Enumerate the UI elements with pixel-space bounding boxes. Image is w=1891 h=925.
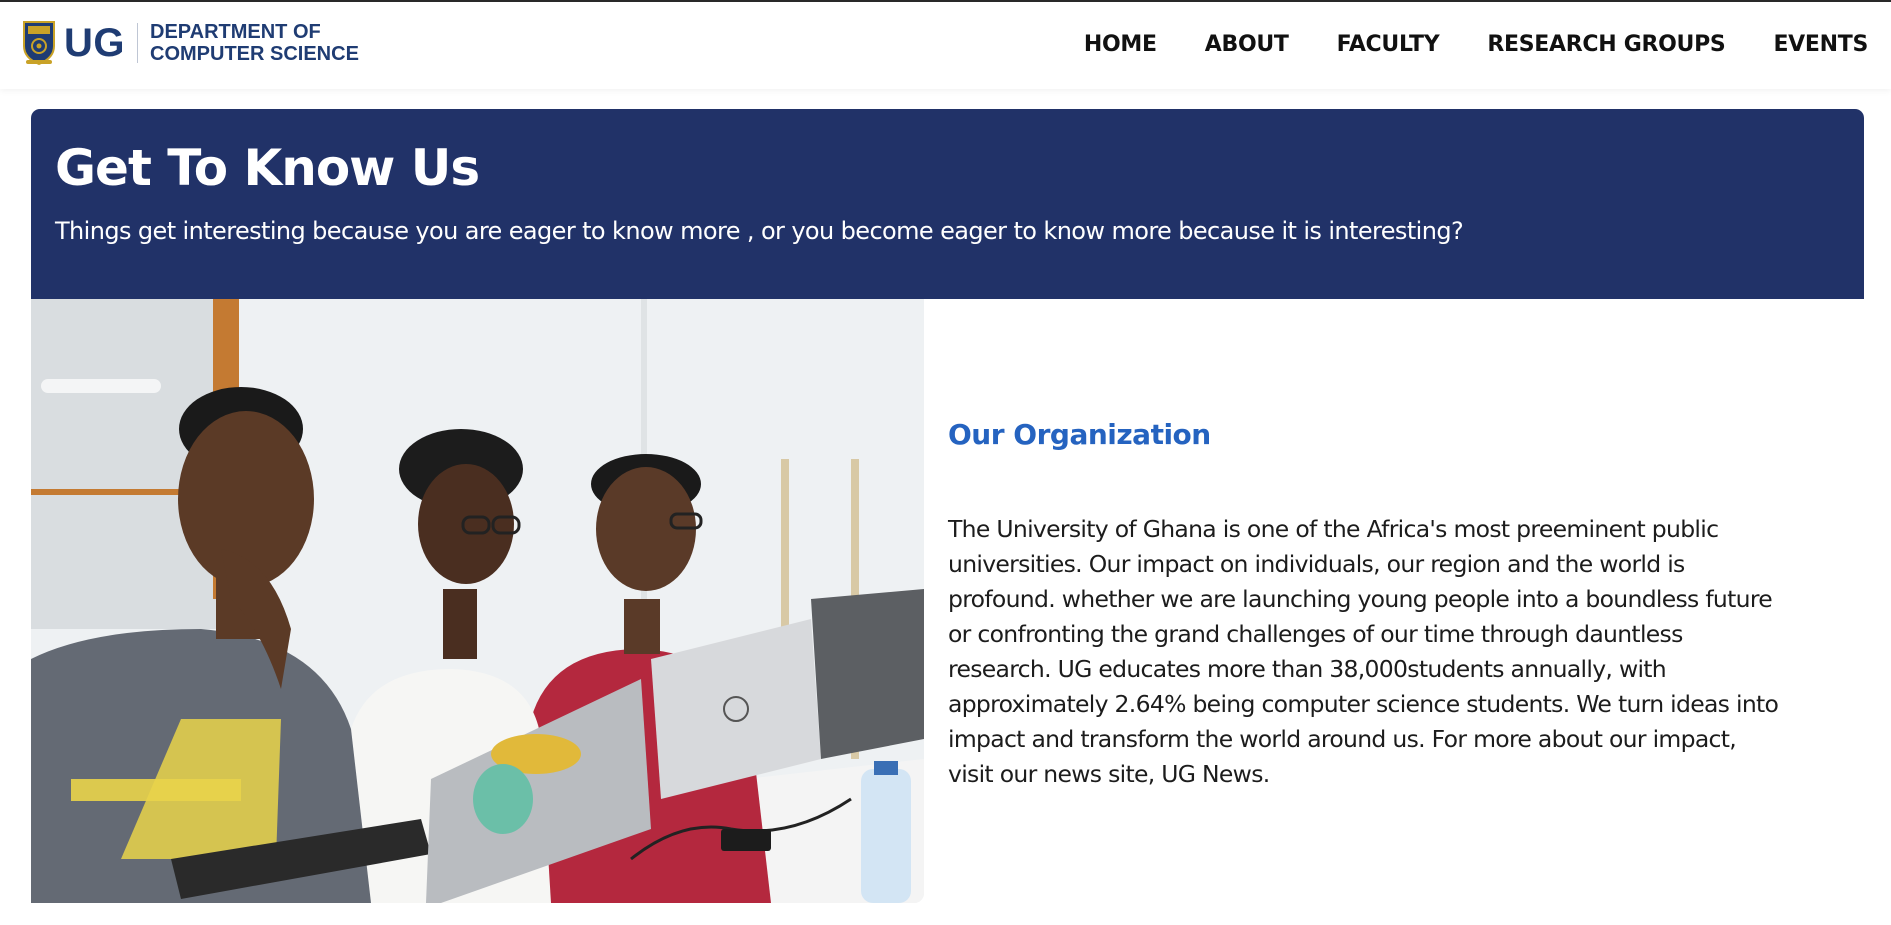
university-crest-icon bbox=[23, 21, 55, 66]
brand-dept-line2: COMPUTER SCIENCE bbox=[150, 43, 359, 65]
organization-body-line: research. UG educates more than 38,000st… bbox=[948, 655, 1667, 683]
organization-body-line: approximately 2.64% being computer scien… bbox=[948, 690, 1779, 718]
organization-heading: Our Organization bbox=[948, 418, 1211, 451]
brand-short-name: UG bbox=[64, 21, 125, 65]
organization-section: Our Organization bbox=[948, 418, 1848, 451]
students-at-laptops-photo bbox=[31, 299, 924, 903]
site-header: UG DEPARTMENT OF COMPUTER SCIENCE HOME A… bbox=[0, 2, 1891, 89]
nav-events[interactable]: EVENTS bbox=[1773, 32, 1868, 57]
brand-logo[interactable]: UG DEPARTMENT OF COMPUTER SCIENCE bbox=[22, 18, 359, 68]
nav-home[interactable]: HOME bbox=[1084, 32, 1157, 57]
page-title: Get To Know Us bbox=[55, 139, 480, 197]
organization-body-line: universities. Our impact on individuals,… bbox=[948, 550, 1685, 578]
page-subtitle: Things get interesting because you are e… bbox=[55, 217, 1464, 245]
organization-body: The University of Ghana is one of the Af… bbox=[948, 512, 1848, 792]
organization-body-line: impact and transform the world around us… bbox=[948, 725, 1737, 753]
nav-research-groups[interactable]: RESEARCH GROUPS bbox=[1487, 32, 1725, 57]
brand-divider bbox=[137, 23, 138, 63]
organization-body-line: The University of Ghana is one of the Af… bbox=[948, 515, 1719, 543]
photo-illustration bbox=[31, 299, 924, 903]
hero-banner: Get To Know Us Things get interesting be… bbox=[31, 109, 1864, 299]
organization-body-line: visit our news site, UG News. bbox=[948, 760, 1270, 788]
nav-faculty[interactable]: FACULTY bbox=[1337, 32, 1440, 57]
nav-about[interactable]: ABOUT bbox=[1205, 32, 1289, 57]
brand-department-name: DEPARTMENT OF COMPUTER SCIENCE bbox=[150, 21, 359, 65]
main-nav: HOME ABOUT FACULTY RESEARCH GROUPS EVENT… bbox=[1084, 32, 1868, 57]
brand-dept-line1: DEPARTMENT OF bbox=[150, 21, 321, 43]
organization-body-line: or confronting the grand challenges of o… bbox=[948, 620, 1683, 648]
organization-body-line: profound. whether we are launching young… bbox=[948, 585, 1773, 613]
